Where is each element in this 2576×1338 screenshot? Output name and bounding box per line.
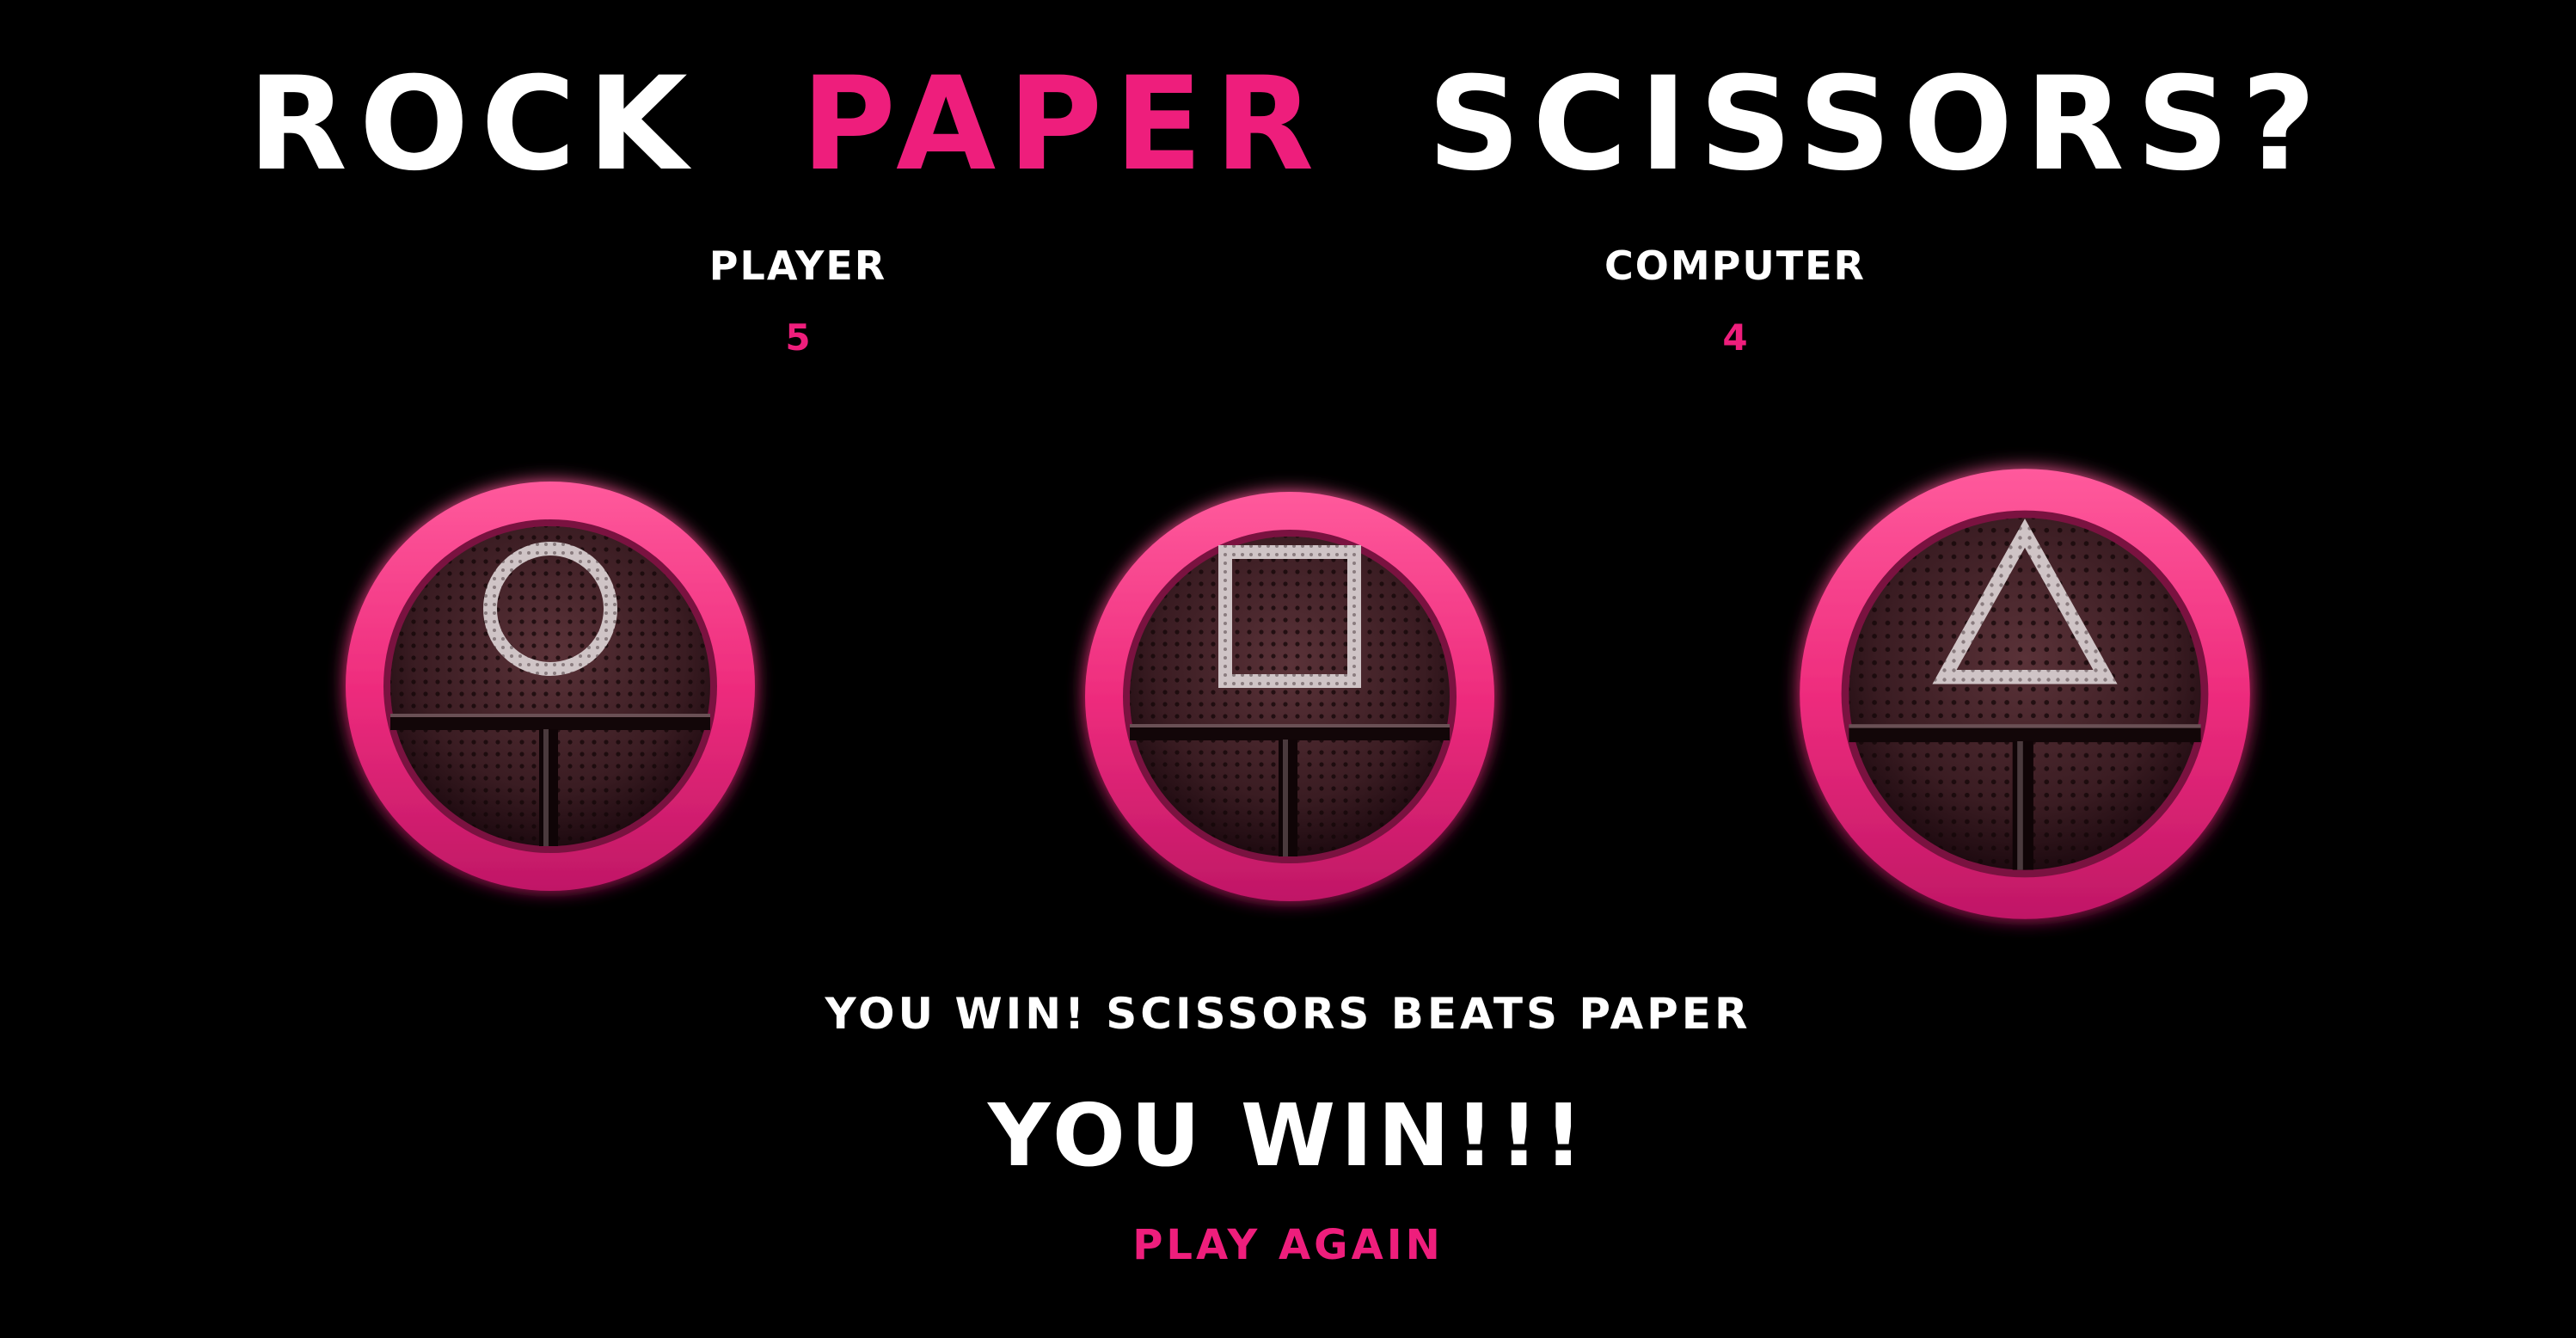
round-result-message: YOU WIN! SCISSORS BEATS PAPER: [825, 989, 1751, 1039]
title-word-paper: PAPER: [800, 50, 1327, 199]
player-score: 5: [785, 316, 811, 359]
square-icon: [1085, 492, 1494, 901]
final-result-message: YOU WIN!!!: [988, 1085, 1588, 1186]
triangle-icon: [1800, 469, 2250, 919]
computer-label: COMPUTER: [1604, 242, 1866, 289]
computer-score: 4: [1722, 316, 1748, 359]
circle-icon: [346, 482, 755, 891]
rock-button[interactable]: [335, 471, 765, 901]
paper-button[interactable]: [1075, 482, 1505, 911]
title-word-scissors: SCISSORS?: [1427, 50, 2328, 199]
game-title: ROCK PAPER SCISSORS?: [0, 43, 2576, 206]
scissors-button[interactable]: [1788, 457, 2261, 930]
play-again-button[interactable]: PLAY AGAIN: [1116, 1221, 1460, 1269]
player-label: PLAYER: [708, 242, 887, 289]
title-word-rock: ROCK: [248, 50, 700, 199]
